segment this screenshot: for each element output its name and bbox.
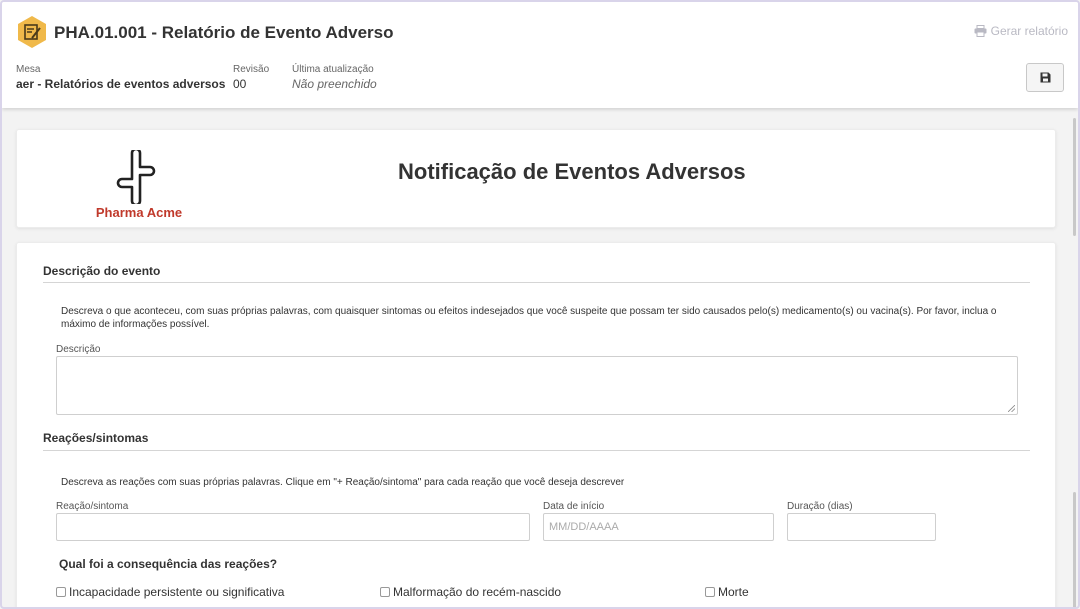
checkbox-label: Incapacidade persistente ou significativ… <box>69 585 285 599</box>
floppy-disk-icon <box>1040 72 1050 83</box>
scrollbar-thumb[interactable] <box>1073 118 1076 236</box>
company-logo: Pharma Acme <box>90 150 230 220</box>
printer-icon <box>974 25 987 37</box>
atualizacao-value: Não preenchido <box>292 77 377 91</box>
checkbox-incapacidade[interactable]: Incapacidade persistente ou significativ… <box>56 585 284 599</box>
checkbox-box[interactable] <box>380 587 390 597</box>
description-textarea[interactable] <box>56 356 1018 415</box>
reaction-input[interactable] <box>56 513 530 541</box>
generate-report-label: Gerar relatório <box>990 24 1068 38</box>
logo-text: Pharma Acme <box>95 205 183 220</box>
section-divider <box>43 282 1030 283</box>
meta-mesa: Mesa aer - Relatórios de eventos adverso… <box>16 64 225 91</box>
checkbox-malformacao[interactable]: Malformação do recém-nascido <box>380 585 561 599</box>
mesa-label: Mesa <box>16 64 41 75</box>
mesa-value: aer - Relatórios de eventos adversos <box>16 77 226 91</box>
checkbox-label: Malformação do recém-nascido <box>393 585 562 599</box>
checkbox-box[interactable] <box>56 587 66 597</box>
document-title: Notificação de Eventos Adversos <box>398 159 746 184</box>
checkbox-label: Morte <box>718 585 749 599</box>
duration-label: Duração (dias) <box>787 501 853 512</box>
resize-grip-icon[interactable] <box>1008 405 1015 412</box>
scrollbar-thumb[interactable] <box>1073 492 1076 607</box>
meta-revisao: Revisão 00 <box>233 64 269 91</box>
generate-report-button[interactable]: Gerar relatório <box>974 24 1068 38</box>
start-date-label: Data de início <box>543 501 605 512</box>
meta-atualizacao: Última atualização Não preenchido <box>292 64 377 91</box>
section-title-event: Descrição do evento <box>43 264 161 278</box>
revisao-value: 00 <box>233 77 247 91</box>
save-button[interactable] <box>1026 63 1064 92</box>
start-date-input[interactable]: MM/DD/AAAA <box>543 513 774 541</box>
form-card: Descrição do evento Descreva o que acont… <box>16 242 1056 607</box>
revisao-label: Revisão <box>233 64 270 75</box>
medical-cross-icon <box>116 150 156 204</box>
reaction-label: Reação/sintoma <box>56 501 129 512</box>
edit-document-icon <box>18 16 46 48</box>
description-label: Descrição <box>56 344 101 355</box>
duration-input[interactable] <box>787 513 936 541</box>
checkbox-box[interactable] <box>705 587 715 597</box>
consequence-question: Qual foi a consequência das reações? <box>59 557 278 571</box>
page-title: PHA.01.001 - Relatório de Evento Adverso <box>54 23 394 42</box>
document-header-card: Pharma Acme Notificação de Eventos Adver… <box>16 129 1056 228</box>
page-header: PHA.01.001 - Relatório de Evento Adverso… <box>2 2 1078 108</box>
section-divider <box>43 450 1030 451</box>
event-help-text: Descreva o que aconteceu, com suas própr… <box>61 306 997 330</box>
section-title-reactions: Reações/sintomas <box>43 431 149 445</box>
atualizacao-label: Última atualização <box>292 64 374 75</box>
app-window: PHA.01.001 - Relatório de Evento Adverso… <box>0 0 1080 609</box>
checkbox-morte[interactable]: Morte <box>705 585 749 599</box>
reactions-help-text: Descreva as reações com suas próprias pa… <box>61 477 625 488</box>
